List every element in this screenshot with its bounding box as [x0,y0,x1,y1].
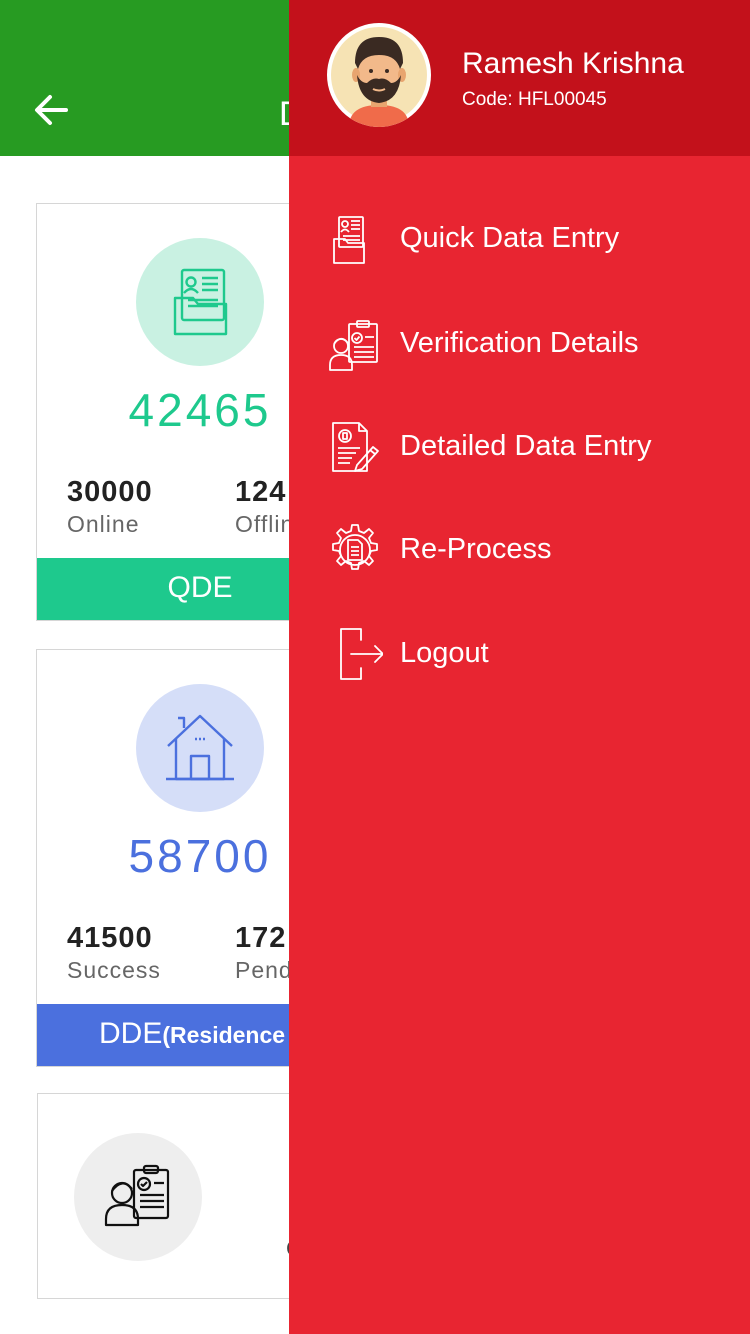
folder-document-icon [333,216,365,264]
navigation-drawer: Ramesh Krishna Code: HFL00045 Quick Data… [289,0,750,1334]
avatar[interactable] [327,23,431,127]
menu-item-quick-data-entry[interactable]: Quick Data Entry [289,193,750,283]
menu-item-label: Re-Process [400,533,552,565]
logout-icon [340,628,383,680]
menu-item-label: Quick Data Entry [400,222,620,254]
menu-item-detailed-data-entry[interactable]: Detailed Data Entry [289,401,750,491]
menu-item-label: Verification Details [400,327,639,359]
drawer-header: Ramesh Krishna Code: HFL00045 [289,0,750,156]
drawer-scrim[interactable] [0,0,289,1334]
user-name: Ramesh Krishna [462,47,684,80]
menu-item-verification-details[interactable]: Verification Details [289,298,750,388]
gear-document-icon [332,524,378,570]
menu-item-re-process[interactable]: Re-Process [289,504,750,594]
document-pencil-icon [332,422,379,472]
bearded-man-avatar-icon [331,27,427,127]
verification-person-icon [329,320,378,371]
menu-item-logout[interactable]: Logout [289,608,750,698]
menu-item-label: Detailed Data Entry [400,430,652,462]
user-code: Code: HFL00045 [462,89,607,110]
menu-item-label: Logout [400,637,489,669]
